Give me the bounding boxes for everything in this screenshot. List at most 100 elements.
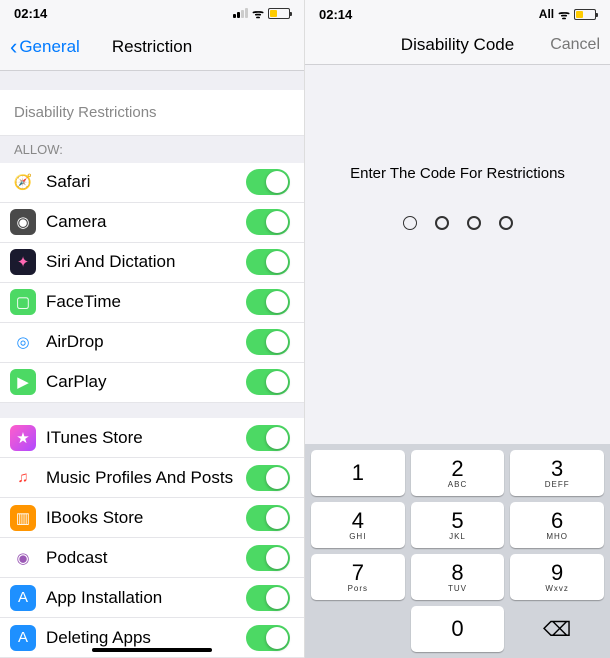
key-letters: JKL [449,532,466,541]
row-label: AirDrop [46,332,246,352]
passcode-dot [499,216,513,230]
status-time: 02:14 [14,6,47,21]
row-label: Podcast [46,548,246,568]
row-label: Safari [46,172,246,192]
music-profiles-and-posts-icon: ♫ [10,465,36,491]
itunes-store-icon: ★ [10,425,36,451]
keypad-empty [311,606,405,652]
signal-icon [233,8,248,18]
setting-row-carplay: ▶ CarPlay [0,363,304,403]
carplay-icon: ▶ [10,369,36,395]
home-indicator[interactable] [92,648,212,652]
deleting-apps-icon: A [10,625,36,651]
key-letters: DEFF [545,480,570,489]
passcode-prompt: Enter The Code For Restrictions [305,65,610,202]
key-number: 1 [352,462,364,484]
keypad-7[interactable]: 7Pors [311,554,405,600]
setting-row-camera: ◉ Camera [0,203,304,243]
podcast-toggle[interactable] [246,545,290,571]
deleting-apps-toggle[interactable] [246,625,290,651]
keypad-4[interactable]: 4GHI [311,502,405,548]
cancel-button[interactable]: Cancel [550,36,600,54]
setting-row-airdrop: ◎ AirDrop [0,323,304,363]
page-title: Disability Code [401,35,514,55]
safari-toggle[interactable] [246,169,290,195]
setting-row-deleting-apps: A Deleting Apps [0,618,304,658]
numeric-keypad: 12ABC3DEFF4GHI5JKL6MHO7Pors8TUV9Wxvz0⌫ [305,444,610,658]
key-number: 2 [451,458,463,480]
row-label: Music Profiles And Posts [46,468,246,488]
siri-and-dictation-toggle[interactable] [246,249,290,275]
passcode-dots [305,202,610,244]
key-letters: GHI [349,532,366,541]
battery-icon [574,9,596,20]
camera-icon: ◉ [10,209,36,235]
key-letters: ABC [448,480,467,489]
facetime-icon: ▢ [10,289,36,315]
keypad-0[interactable]: 0 [411,606,505,652]
siri-and-dictation-icon: ✦ [10,249,36,275]
carplay-toggle[interactable] [246,369,290,395]
row-label: CarPlay [46,372,246,392]
chevron-left-icon: ‹ [10,34,17,60]
app-installation-icon: A [10,585,36,611]
back-button[interactable]: ‹ General [10,34,80,60]
key-letters: Pors [348,584,368,593]
key-letters: MHO [546,532,568,541]
key-number: 7 [352,562,364,584]
music-profiles-and-posts-toggle[interactable] [246,465,290,491]
passcode-dot [467,216,481,230]
key-number: 6 [551,510,563,532]
back-label: General [19,37,79,57]
row-label: Siri And Dictation [46,252,246,272]
facetime-toggle[interactable] [246,289,290,315]
key-letters: Wxvz [545,584,569,593]
keypad-delete[interactable]: ⌫ [510,606,604,652]
keypad-8[interactable]: 8TUV [411,554,505,600]
airdrop-toggle[interactable] [246,329,290,355]
row-label: Camera [46,212,246,232]
restrictions-screen: 02:14 ᯤ ‹ General Restriction Disability… [0,0,305,658]
nav-bar: Disability Code Cancel [305,28,610,65]
allow-list-2: ★ITunes Store ♫ Music Profiles And Posts ▥ I… [0,418,304,658]
status-icons: All ᯤ [539,5,596,23]
status-icons: ᯤ [233,4,290,22]
podcast-icon: ◉ [10,545,36,571]
status-time: 02:14 [319,7,352,22]
disability-restrictions-link[interactable]: Disability Restrictions [0,90,304,136]
keypad-1[interactable]: 1 [311,450,405,496]
row-label: Deleting Apps [46,628,246,648]
safari-icon: 🧭 [10,169,36,195]
setting-row-podcast: ◉ Podcast [0,538,304,578]
keypad-5[interactable]: 5JKL [411,502,505,548]
key-number: 4 [352,510,364,532]
ibooks-store-icon: ▥ [10,505,36,531]
setting-row-facetime: ▢ FaceTime [0,283,304,323]
airdrop-icon: ◎ [10,329,36,355]
row-label: App Installation [46,588,246,608]
wifi-icon: ᯤ [252,4,264,22]
allow-list-1: 🧭 Safari ◉ Camera ✦ Siri And Dictation ▢ FaceTi… [0,163,304,403]
keypad-3[interactable]: 3DEFF [510,450,604,496]
keypad-6[interactable]: 6MHO [510,502,604,548]
camera-toggle[interactable] [246,209,290,235]
row-label: IBooks Store [46,508,246,528]
ibooks-store-toggle[interactable] [246,505,290,531]
key-number: 8 [451,562,463,584]
itunes-store-toggle[interactable] [246,425,290,451]
setting-row-itunes-store: ★ITunes Store [0,418,304,458]
setting-row-app-installation: A App Installation [0,578,304,618]
setting-row-ibooks-store: ▥ IBooks Store [0,498,304,538]
keypad-2[interactable]: 2ABC [411,450,505,496]
nav-bar: ‹ General Restriction [0,26,304,71]
row-label: FaceTime [46,292,246,312]
allow-header: ALLOW: [0,136,304,163]
keypad-9[interactable]: 9Wxvz [510,554,604,600]
app-installation-toggle[interactable] [246,585,290,611]
passcode-dot [435,216,449,230]
key-number: 9 [551,562,563,584]
key-number: 3 [551,458,563,480]
battery-icon [268,8,290,19]
passcode-dot [403,216,417,230]
setting-row-siri-and-dictation: ✦ Siri And Dictation [0,243,304,283]
